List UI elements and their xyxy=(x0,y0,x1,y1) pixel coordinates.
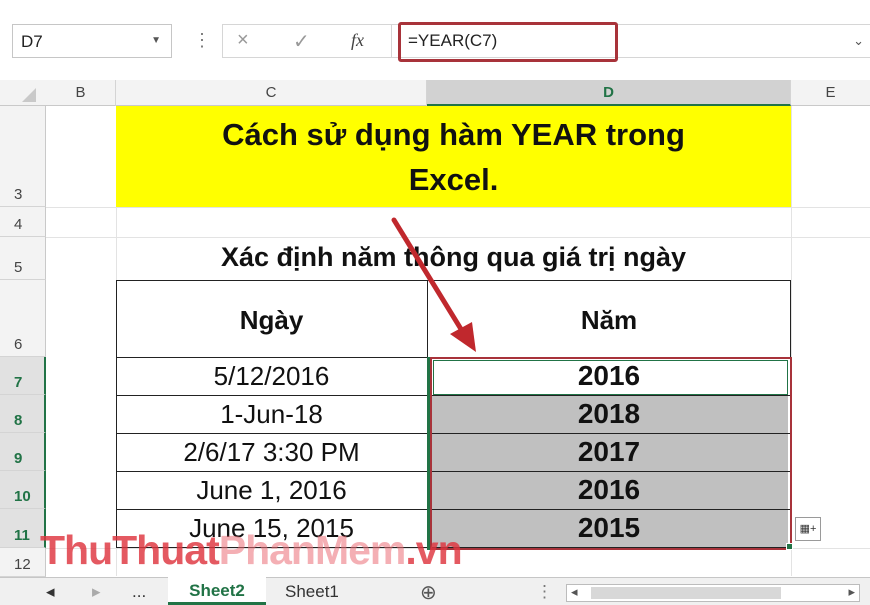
formula-buttons: × ✓ fx xyxy=(222,24,392,58)
column-header-d[interactable]: D xyxy=(427,80,791,106)
row-header-4[interactable]: 4 xyxy=(0,207,46,237)
scroll-split-icon: ⋮ xyxy=(536,582,553,601)
row-header-6[interactable]: 6 xyxy=(0,280,46,357)
expand-formula-icon[interactable]: ⌄ xyxy=(853,33,864,49)
quick-analysis-icon[interactable]: ▦+ xyxy=(795,517,821,541)
row-header-7[interactable]: 7 xyxy=(0,357,46,395)
tab-sheet1[interactable]: Sheet1 xyxy=(285,582,339,602)
next-sheet-icon[interactable]: ▸ xyxy=(92,582,101,602)
more-options-icon: ⋮ xyxy=(193,30,212,50)
name-box-value: D7 xyxy=(21,32,43,51)
column-header-c[interactable]: C xyxy=(116,80,427,106)
formula-highlight-box xyxy=(398,22,618,62)
name-box[interactable]: D7 ▼ xyxy=(12,24,172,58)
title-line-2: Excel. xyxy=(408,162,499,197)
scrollbar-thumb[interactable] xyxy=(591,587,781,599)
column-header-b[interactable]: B xyxy=(46,80,116,106)
cell-c8[interactable]: 1-Jun-18 xyxy=(116,399,427,430)
chevron-down-icon[interactable]: ▼ xyxy=(151,35,161,46)
prev-sheet-icon[interactable]: ◂ xyxy=(46,582,55,602)
selection-highlight-box xyxy=(430,357,792,550)
horizontal-scrollbar[interactable]: ◂ ▸ xyxy=(566,584,860,602)
row-header-5[interactable]: 5 xyxy=(0,237,46,280)
column-header-e[interactable]: E xyxy=(791,80,870,106)
cell-c10[interactable]: June 1, 2016 xyxy=(116,475,427,506)
tab-sheet2-label: Sheet2 xyxy=(189,581,245,600)
enter-icon[interactable]: ✓ xyxy=(293,29,310,54)
row-header-10[interactable]: 10 xyxy=(0,471,46,509)
column-headers: B C D E xyxy=(0,80,870,106)
row-header-9[interactable]: 9 xyxy=(0,433,46,471)
fill-handle[interactable] xyxy=(786,543,793,550)
insert-function-icon[interactable]: fx xyxy=(351,30,364,51)
cell-c7[interactable]: 5/12/2016 xyxy=(116,361,427,392)
title-line-1: Cách sử dụng hàm YEAR trong xyxy=(222,117,685,152)
pointer-arrow-icon xyxy=(391,217,476,352)
select-all-triangle-icon xyxy=(22,88,36,102)
scroll-right-icon[interactable]: ▸ xyxy=(848,584,855,600)
cancel-icon[interactable]: × xyxy=(237,29,249,52)
watermark-logo: ThuThuatPhanMem.vn xyxy=(40,527,463,573)
tab-sheet2[interactable]: Sheet2 xyxy=(168,577,266,605)
more-sheets-button[interactable]: ... xyxy=(132,582,146,602)
scroll-left-icon[interactable]: ◂ xyxy=(571,584,578,600)
cell-c9[interactable]: 2/6/17 3:30 PM xyxy=(116,437,427,468)
add-sheet-icon[interactable]: ⊕ xyxy=(420,580,437,605)
row-header-3[interactable]: 3 xyxy=(0,106,46,207)
row-header-8[interactable]: 8 xyxy=(0,395,46,433)
page-title: Cách sử dụng hàm YEAR trong Excel. xyxy=(116,112,791,202)
